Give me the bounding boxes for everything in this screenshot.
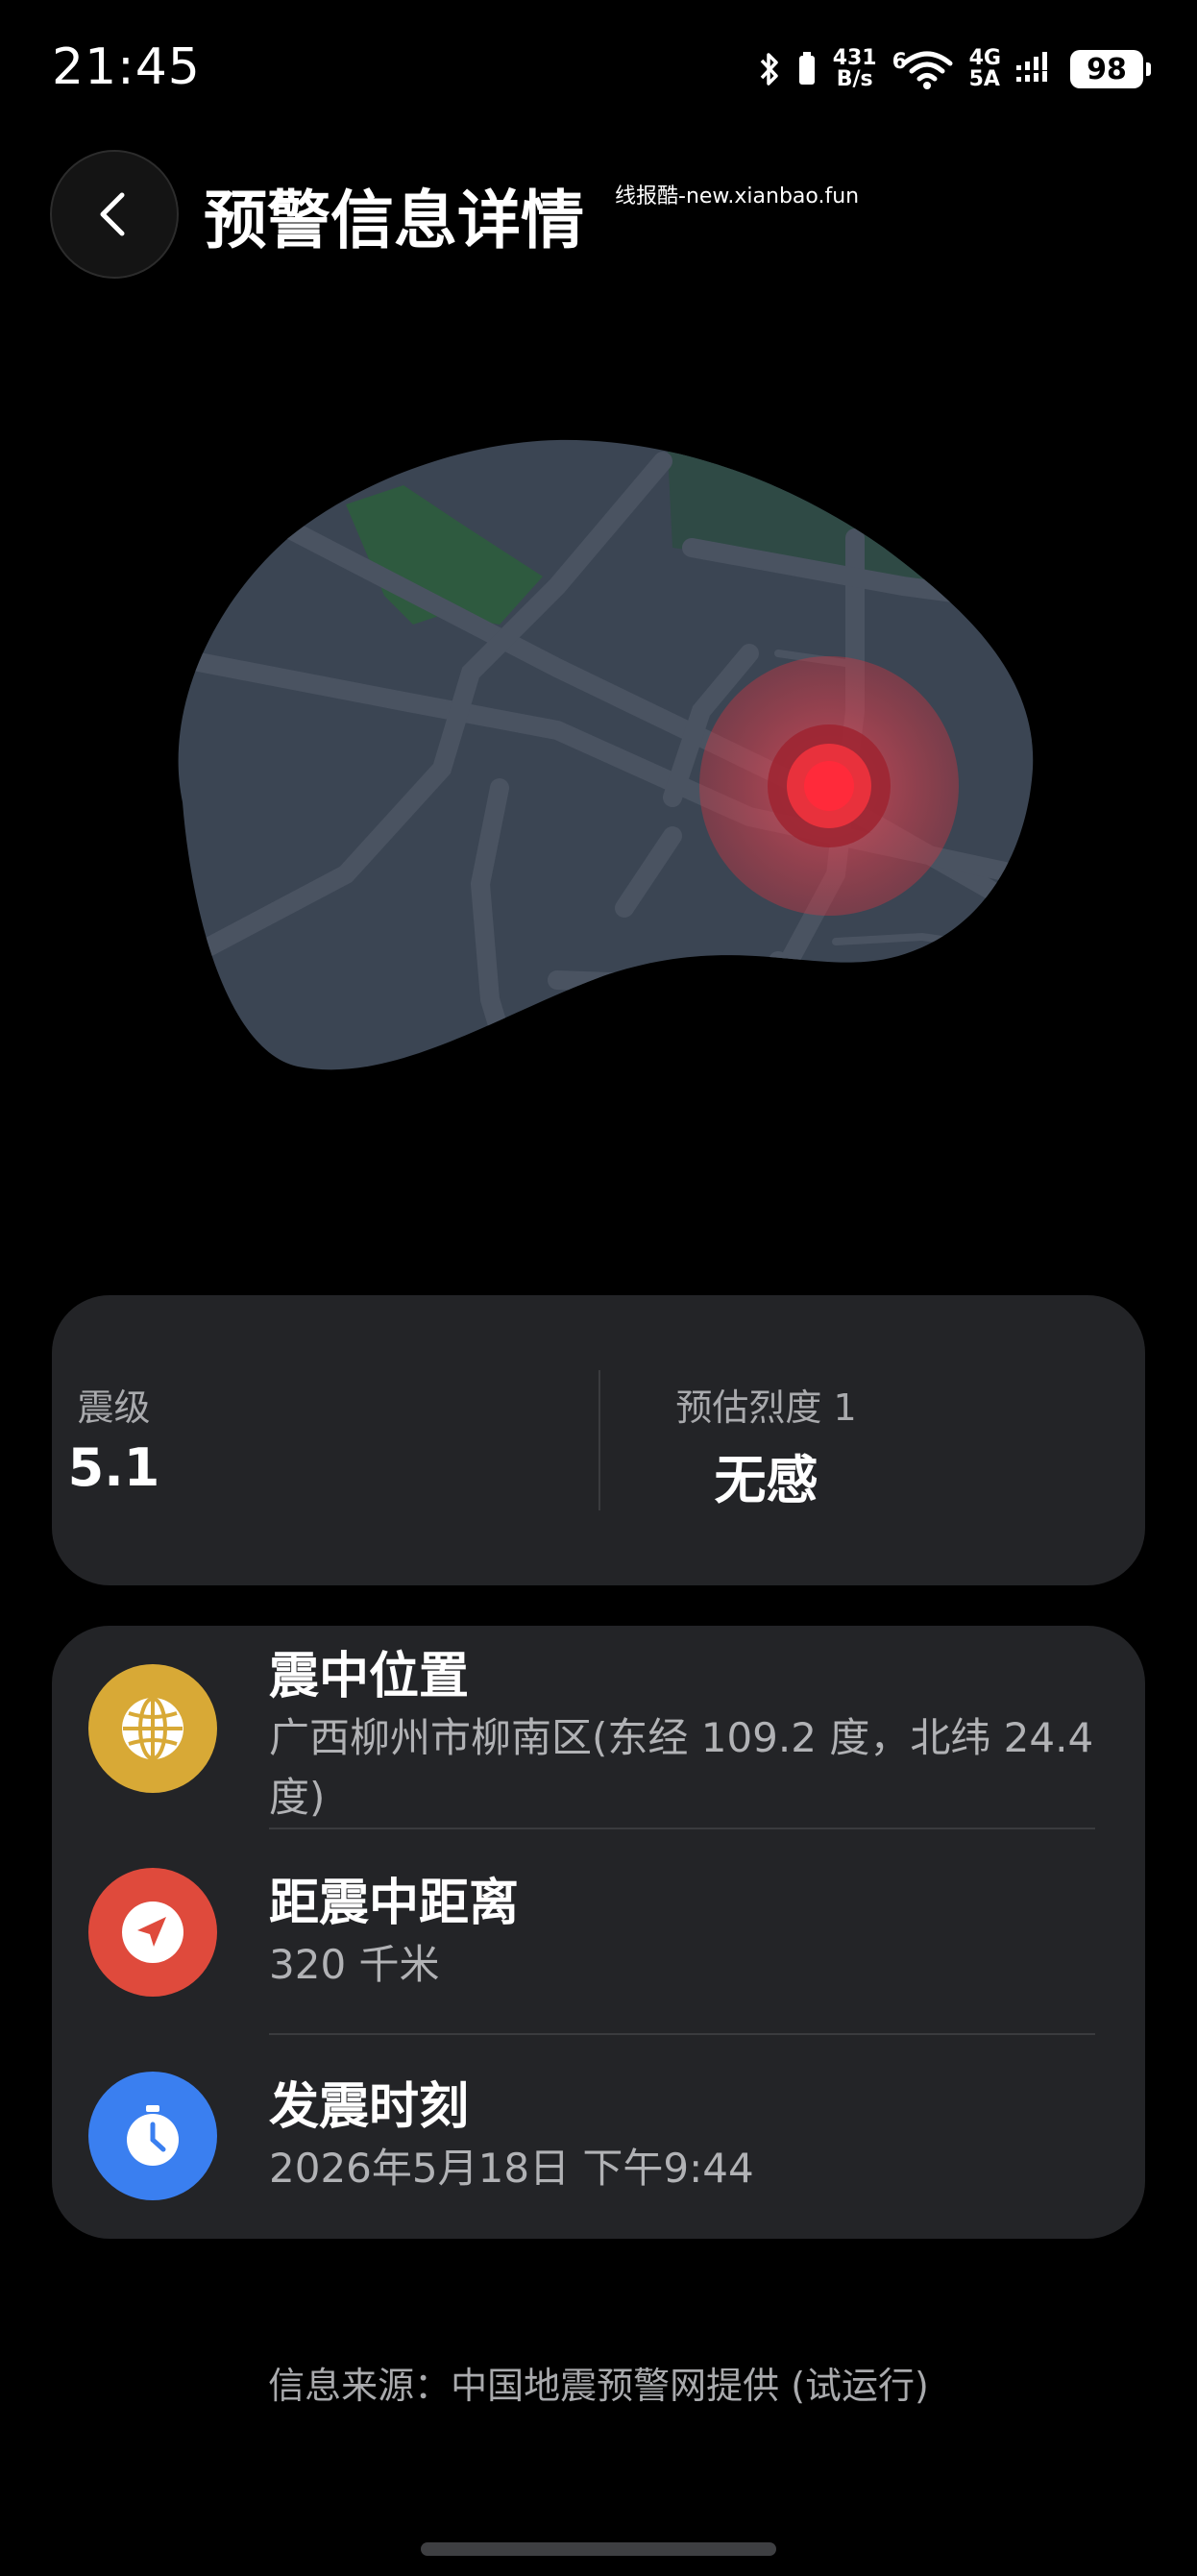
cellular-type-top: 4G [968,46,1001,70]
status-icons: 431 B/s 6 4G 5A 98 [758,42,1151,96]
status-time: 21:45 [52,38,201,96]
intensity-value: 无感 [714,1450,818,1510]
epicenter-title: 震中位置 [269,1648,470,1705]
wifi-icon [901,51,953,89]
cellular-type: 4G 5A [969,48,1001,90]
globe-icon [88,1664,217,1793]
epicenter-map [154,423,1047,1095]
watermark: 线报酷-new.xianbao.fun [615,184,860,209]
epicenter-dot [804,761,854,811]
home-indicator[interactable] [421,2542,776,2556]
bluetooth-icon [760,53,778,86]
magnitude-value: 5.1 [67,1437,160,1498]
intensity-section: 预估烈度 1 无感 [598,1295,1145,1585]
network-speed-unit: B/s [836,67,873,91]
cellular-type-bottom: 5A [968,67,1000,91]
stopwatch-icon [88,2072,217,2200]
list-item-time: 发震时刻 2026年5月18日 下午9:44 [52,2033,1145,2239]
back-button[interactable] [50,150,179,279]
network-speed: 431 B/s [833,48,877,90]
epicenter-location: 广西柳州市柳南区(东经 109.2 度，北纬 24.4 度) [269,1714,1094,1821]
magnitude-card: 震级 5.1 预估烈度 1 无感 [52,1295,1145,1585]
network-speed-value: 431 [832,46,877,70]
battery-level: 98 [1087,52,1127,86]
info-card: 震中位置 广西柳州市柳南区(东经 109.2 度，北纬 24.4 度) 距震中距… [52,1626,1145,2239]
magnitude-label: 震级 [77,1386,151,1429]
wifi-indicator: 6 [892,46,954,92]
navigation-arrow-icon [88,1868,217,1997]
page-title: 预警信息详情 [204,184,584,258]
info-source: 信息来源：中国地震预警网提供 (试运行) [268,2365,929,2407]
time-title: 发震时刻 [269,2078,470,2136]
time-value: 2026年5月18日 下午9:44 [269,2145,754,2192]
vibrate-icon [798,52,815,85]
distance-title: 距震中距离 [269,1875,520,1932]
chevron-left-icon [100,192,125,236]
cellular-signal-icon [1016,52,1047,82]
list-item-distance: 距震中距离 320 千米 [52,1829,1145,2033]
status-bar: 21:45 431 B/s 6 4G 5A 98 [0,0,1197,144]
map-illustration [178,439,1034,1070]
distance-value: 320 千米 [269,1941,440,1988]
battery-icon: 98 [1070,50,1151,88]
list-item-epicenter: 震中位置 广西柳州市柳南区(东经 109.2 度，北纬 24.4 度) [52,1626,1145,1829]
intensity-label: 预估烈度 1 [675,1386,857,1429]
